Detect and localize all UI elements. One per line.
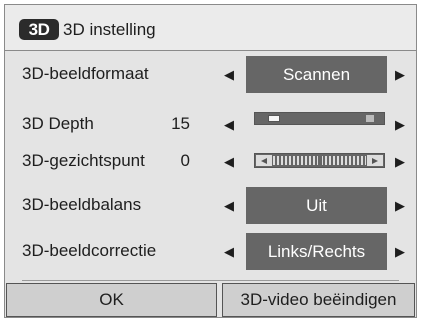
3d-badge-icon: 3D <box>19 19 59 40</box>
row-label-depth: 3D Depth <box>22 114 94 133</box>
beeldformaat-right-arrow-icon[interactable]: ▶ <box>387 56 413 93</box>
row-label-beeldformaat: 3D-beeldformaat <box>22 64 149 83</box>
beeldformaat-value[interactable]: Scannen <box>246 56 387 93</box>
beeldformaat-left-arrow-icon[interactable]: ◀ <box>216 56 242 93</box>
depth-slider-handle[interactable] <box>268 115 281 122</box>
row-label-beeldbalans: 3D-beeldbalans <box>22 195 142 214</box>
depth-slider[interactable] <box>254 112 385 125</box>
gezichtspunt-slider[interactable] <box>254 153 385 168</box>
beeldcorrectie-value[interactable]: Links/Rechts <box>246 233 387 270</box>
ok-button[interactable]: OK <box>6 283 217 317</box>
divider <box>22 280 399 281</box>
row-label-gezichtspunt: 3D-gezichtspunt <box>22 151 145 170</box>
gezichtspunt-left-arrow-icon[interactable]: ◀ <box>216 143 242 180</box>
depth-slider-end-marker <box>366 115 374 122</box>
gezichtspunt-left-end-icon <box>256 155 272 166</box>
gezichtspunt-right-end-icon <box>367 155 383 166</box>
end-3d-video-button[interactable]: 3D-video beëindigen <box>222 283 415 317</box>
gezichtspunt-value: 0 <box>180 151 190 170</box>
gezichtspunt-center-marker <box>318 154 322 167</box>
beeldbalans-value[interactable]: Uit <box>246 187 387 224</box>
dialog-title: 3D instelling <box>63 20 156 39</box>
3d-settings-dialog: 3D 3D instelling 3D-beeldformaat ◀ Scann… <box>4 4 417 318</box>
beeldbalans-left-arrow-icon[interactable]: ◀ <box>216 187 242 224</box>
gezichtspunt-right-arrow-icon[interactable]: ▶ <box>387 143 413 180</box>
beeldcorrectie-right-arrow-icon[interactable]: ▶ <box>387 233 413 270</box>
depth-left-arrow-icon[interactable]: ◀ <box>216 106 242 143</box>
row-label-beeldcorrectie: 3D-beeldcorrectie <box>22 241 157 260</box>
beeldbalans-right-arrow-icon[interactable]: ▶ <box>387 187 413 224</box>
depth-right-arrow-icon[interactable]: ▶ <box>387 106 413 143</box>
depth-value: 15 <box>171 114 190 133</box>
beeldcorrectie-left-arrow-icon[interactable]: ◀ <box>216 233 242 270</box>
dialog-title-bar: 3D 3D instelling <box>5 5 416 51</box>
